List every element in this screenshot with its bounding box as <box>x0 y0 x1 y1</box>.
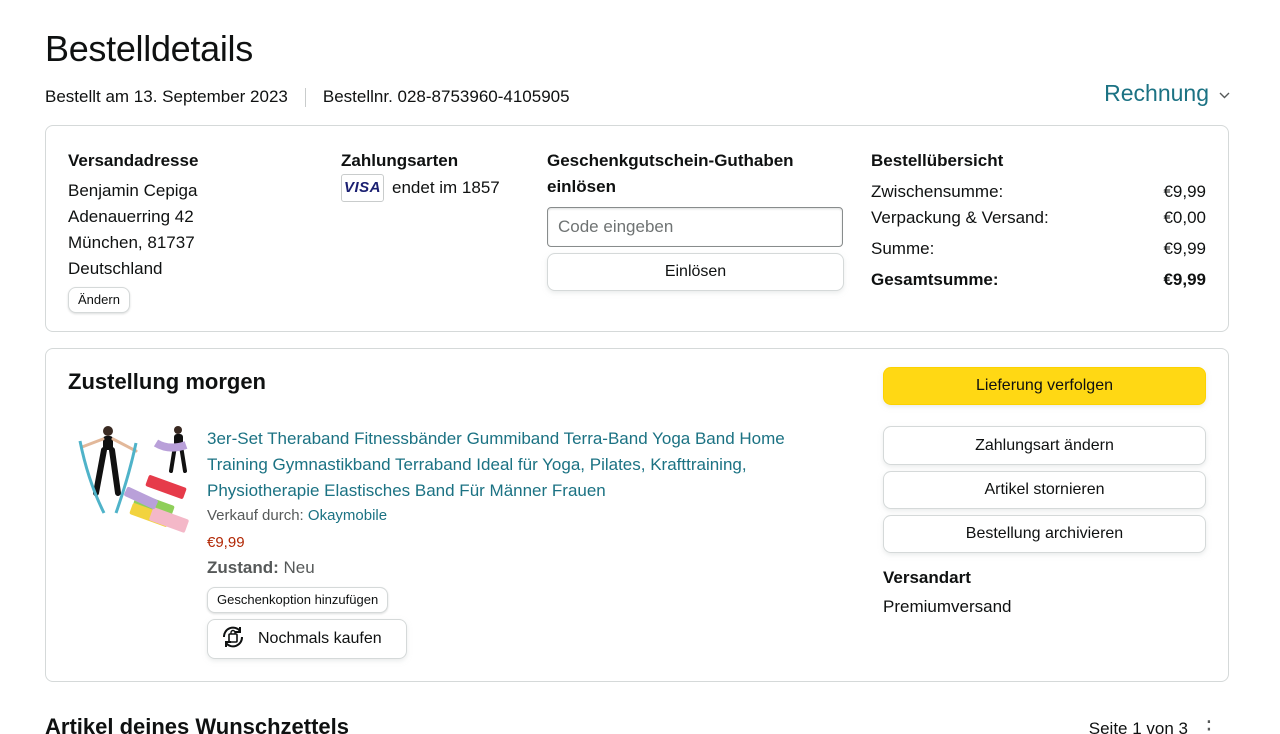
order-date: Bestellt am 13. September 2023 <box>45 87 288 106</box>
condition-value: Neu <box>283 558 315 577</box>
order-meta: Bestellt am 13. September 2023 Bestellnr… <box>45 87 570 107</box>
buy-again-label: Nochmals kaufen <box>258 630 382 647</box>
address-line: Benjamin Cepiga <box>68 181 198 200</box>
page-title: Bestelldetails <box>45 28 253 69</box>
gift-option-wrap: Geschenkoption hinzufügen <box>207 587 389 613</box>
change-address-button[interactable]: Ändern <box>68 287 130 313</box>
summary-row: Summe: €9,99 <box>871 236 1206 262</box>
giftcard-code-input[interactable] <box>547 207 843 247</box>
archive-order-button[interactable]: Bestellung archivieren <box>883 515 1206 553</box>
divider <box>304 87 306 107</box>
seller-link[interactable]: Okaymobile <box>308 507 387 524</box>
summary-value: €0,00 <box>1163 208 1206 227</box>
add-gift-option-button[interactable]: Geschenkoption hinzufügen <box>207 587 389 613</box>
buy-again-icon <box>218 622 248 657</box>
summary-label: Verpackung & Versand: <box>871 208 1049 227</box>
change-payment-label: Zahlungsart ändern <box>975 436 1114 454</box>
shipping-address-section: Versandadresse Benjamin Cepiga Adenauerr… <box>68 148 198 313</box>
shipping-type-value: Premiumversand <box>883 597 1012 616</box>
track-delivery-label: Lieferung verfolgen <box>976 377 1113 394</box>
visa-card-icon: VISA <box>341 174 384 202</box>
grand-total-value: €9,99 <box>1163 270 1206 289</box>
order-details-page: Bestelldetails Bestellt am 13. September… <box>0 0 1280 734</box>
card-ending: endet im 1857 <box>392 178 500 197</box>
cancel-item-label: Artikel stornieren <box>984 481 1105 498</box>
product-image[interactable] <box>74 421 194 547</box>
order-summary-section: Bestellübersicht Zwischensumme: €9,99 Ve… <box>871 148 1206 293</box>
summary-row: Verpackung & Versand: €0,00 <box>871 205 1206 231</box>
address-line: Deutschland <box>68 259 163 278</box>
shipping-address-heading: Versandadresse <box>68 151 199 170</box>
payment-heading: Zahlungsarten <box>341 151 459 170</box>
buy-again-button[interactable]: Nochmals kaufen <box>207 619 407 659</box>
summary-row: Zwischensumme: €9,99 <box>871 179 1206 205</box>
product-title-link[interactable]: 3er-Set Theraband Fitnessbänder Gummiban… <box>207 426 837 504</box>
condition-label: Zustand: <box>207 558 279 577</box>
summary-value: €9,99 <box>1163 182 1206 201</box>
delivery-card: Zustellung morgen 3er-Set Theraband Fitn… <box>45 348 1229 682</box>
redeem-button[interactable]: Einlösen <box>547 253 844 291</box>
sold-by-label: Verkauf durch: <box>207 507 304 524</box>
wishlist-pager: Seite 1 von 3 <box>1088 719 1188 734</box>
seller-info: Verkauf durch: Okaymobile <box>207 507 387 524</box>
summary-value: €9,99 <box>1163 239 1206 258</box>
change-payment-button[interactable]: Zahlungsart ändern <box>883 426 1206 465</box>
grand-total-row: Gesamtsumme: €9,99 <box>871 267 1206 293</box>
order-summary-heading: Bestellübersicht <box>871 151 1004 170</box>
chevron-down-icon <box>1219 88 1230 102</box>
invoice-label: Rechnung <box>1104 80 1209 106</box>
summary-label: Zwischensumme: <box>871 182 1004 201</box>
redeem-label: Einlösen <box>664 263 727 280</box>
condition: Zustand: Neu <box>207 558 315 578</box>
summary-label: Summe: <box>871 239 935 258</box>
address-line: Adenauerring 42 <box>68 207 194 226</box>
giftcard-heading-2: einlösen <box>547 177 616 196</box>
archive-order-label: Bestellung archivieren <box>965 525 1124 542</box>
product-price: €9,99 <box>207 534 245 551</box>
delivery-status-title: Zustellung morgen <box>68 369 266 394</box>
order-number: Bestellnr. 028-8753960-4105905 <box>322 87 570 106</box>
more-options-icon[interactable]: ⋮ <box>1198 716 1220 734</box>
track-delivery-button[interactable]: Lieferung verfolgen <box>883 367 1206 405</box>
payment-section: Zahlungsarten VISA endet im 1857 <box>341 148 500 202</box>
wishlist-heading: Artikel deines Wunschzettels <box>45 714 350 734</box>
giftcard-section: Geschenkgutschein-Guthaben einlösen <box>547 148 794 200</box>
order-info-card: Versandadresse Benjamin Cepiga Adenauerr… <box>45 125 1229 332</box>
address-line: München, 81737 <box>68 233 195 252</box>
grand-total-label: Gesamtsumme: <box>871 270 999 289</box>
giftcard-heading: Geschenkgutschein-Guthaben <box>547 151 794 170</box>
shipping-type-heading: Versandart <box>883 568 971 587</box>
cancel-item-button[interactable]: Artikel stornieren <box>883 471 1206 509</box>
invoice-dropdown[interactable]: Rechnung <box>1104 80 1230 107</box>
